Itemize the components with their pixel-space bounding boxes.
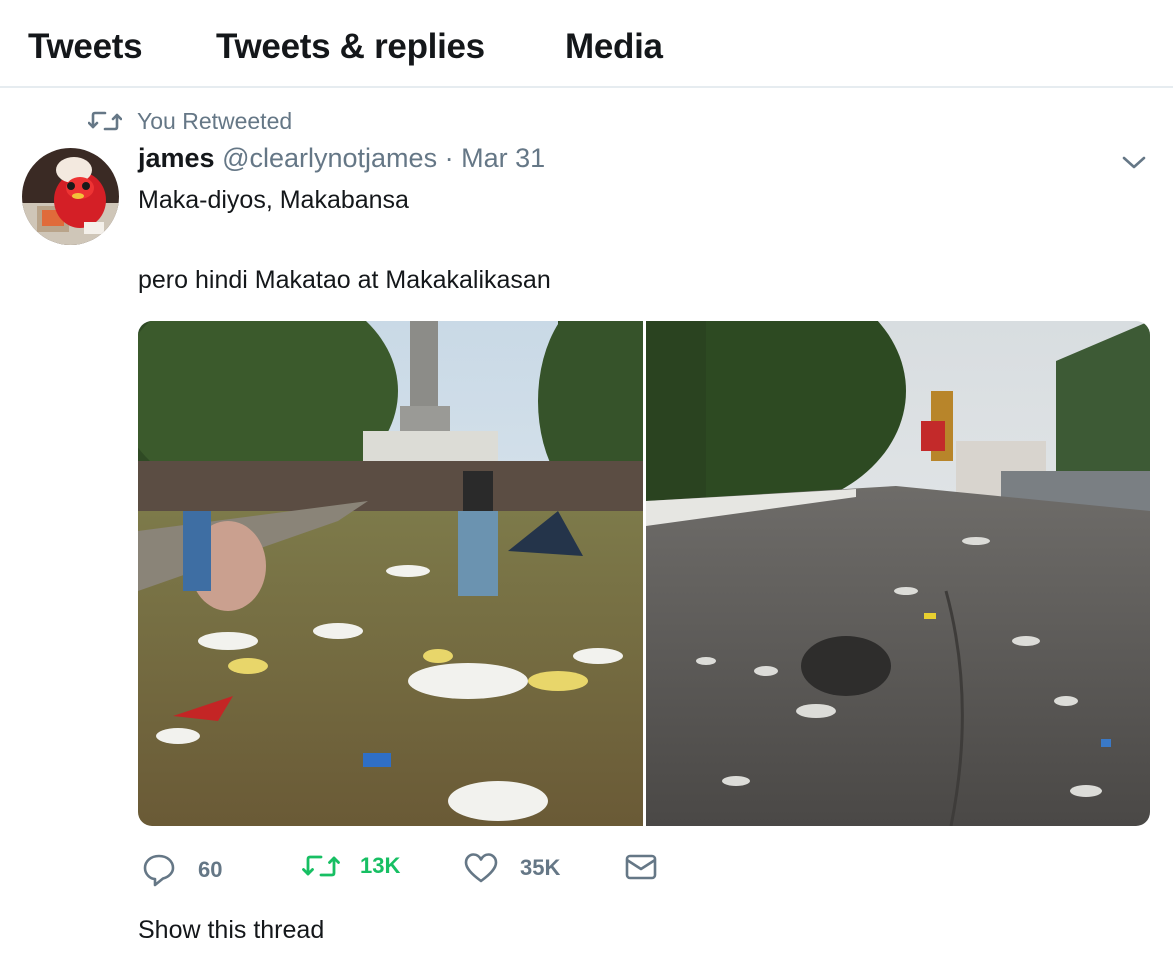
retweet-icon: [302, 855, 340, 877]
retweet-button[interactable]: 13K: [302, 852, 400, 880]
photo-road-litter[interactable]: [646, 321, 1150, 826]
heart-icon: [464, 853, 498, 883]
avatar[interactable]: [22, 148, 119, 245]
like-count: 35K: [520, 855, 561, 880]
show-thread-link[interactable]: Show this thread: [138, 916, 324, 945]
retweet-context-label: You Retweeted: [137, 107, 293, 134]
direct-message-button[interactable]: [624, 852, 658, 882]
tab-tweets-and-replies[interactable]: Tweets & replies: [216, 27, 485, 67]
chevron-down-icon[interactable]: [1120, 150, 1148, 174]
tweet-text-line-1: Maka-diyos, Makabansa: [138, 186, 409, 214]
tweet-media: [138, 321, 1150, 826]
retweet-context: You Retweeted: [87, 106, 293, 136]
reply-icon: [143, 854, 175, 887]
tab-tweets[interactable]: Tweets: [28, 27, 143, 67]
profile-tabs: Tweets Tweets & replies Media: [0, 0, 1173, 88]
retweet-icon: [87, 109, 123, 133]
photo-church-grounds-litter[interactable]: [138, 321, 643, 826]
tweet-actions: 60 13K 35K: [142, 852, 742, 892]
tweet-header: james @clearlynotjames · Mar 31: [138, 143, 545, 174]
reply-button[interactable]: 60: [142, 852, 222, 888]
author-name[interactable]: james: [138, 143, 215, 173]
tweet-text-line-2: pero hindi Makatao at Makakalikasan: [138, 266, 551, 294]
envelope-icon: [625, 854, 657, 880]
tab-media[interactable]: Media: [565, 27, 663, 67]
reply-count: 60: [198, 857, 223, 882]
retweet-count: 13K: [360, 853, 401, 878]
author-handle[interactable]: @clearlynotjames: [222, 143, 437, 173]
tweet-date[interactable]: Mar 31: [461, 143, 545, 173]
like-button[interactable]: 35K: [464, 852, 560, 884]
separator: ·: [444, 143, 454, 173]
